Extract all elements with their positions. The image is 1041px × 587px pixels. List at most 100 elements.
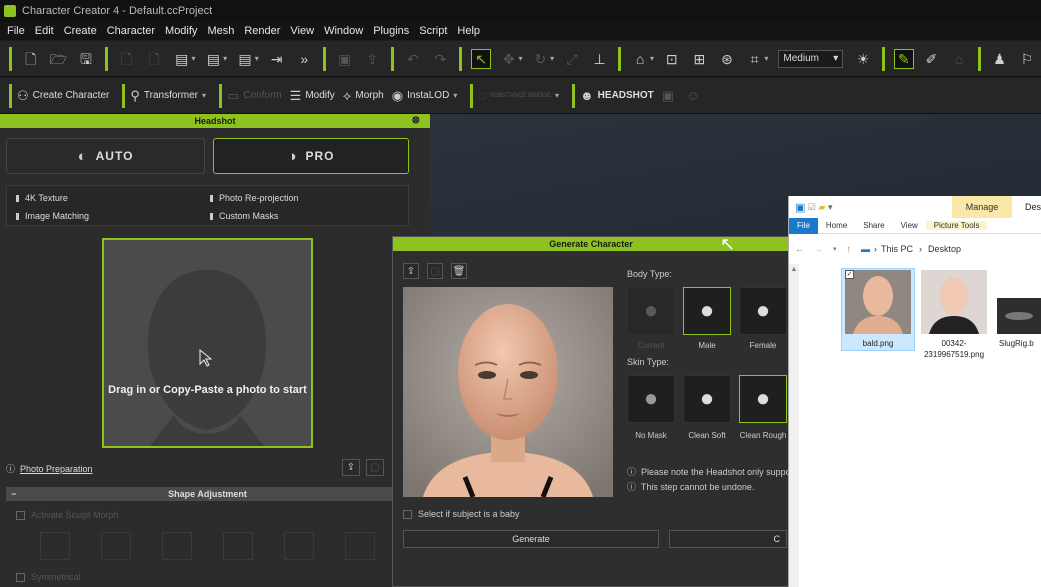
shape-adjustment-header[interactable]: − Shape Adjustment (6, 487, 409, 501)
save-icon[interactable]: 🖫 (76, 49, 96, 69)
tab-view[interactable]: View (893, 221, 926, 230)
file-thumbnail-bald[interactable] (845, 270, 911, 334)
headshot-button[interactable]: ☻ HEADSHOT (580, 88, 654, 103)
mesh-tool-icon[interactable]: ⌂ (949, 49, 969, 69)
select-tool-icon[interactable]: ↖ (471, 48, 491, 69)
upload-icon[interactable]: ⇪ (363, 49, 383, 69)
symmetrical-checkbox[interactable]: Symmetrical (16, 572, 81, 583)
menu-render[interactable]: Render (239, 25, 285, 37)
zoom-extent-icon[interactable]: ⊞ (690, 49, 710, 69)
menu-window[interactable]: Window (319, 25, 368, 37)
shape-tool-icon[interactable] (101, 532, 131, 560)
import-icon[interactable]: 🗋 (117, 49, 137, 69)
menu-edit[interactable]: Edit (30, 25, 59, 37)
breadcrumb-desktop[interactable]: Desktop (928, 244, 961, 254)
tab-picture-tools[interactable]: Picture Tools (925, 221, 988, 230)
cancel-button[interactable]: C (669, 530, 787, 548)
shape-tool-icon[interactable] (284, 532, 314, 560)
load-image-button[interactable]: ⇪ (403, 263, 419, 279)
substance-bridge-button[interactable]: ◌ SUBSTANCE BRIDGE ▾ (478, 88, 559, 103)
menu-mesh[interactable]: Mesh (202, 25, 239, 37)
tab-file[interactable]: File (789, 217, 818, 234)
more-icon[interactable]: » (294, 49, 314, 69)
back-arrow-icon[interactable]: ← (795, 244, 804, 254)
close-icon[interactable]: ⊗ (412, 114, 420, 128)
obj-export-icon[interactable]: ▤ (172, 49, 192, 69)
tab-share[interactable]: Share (855, 221, 892, 230)
export-icon[interactable]: 🗋 (144, 49, 164, 69)
delete-image-icon[interactable]: 🗑 (451, 263, 467, 279)
menu-script[interactable]: Script (414, 25, 452, 37)
baby-checkbox[interactable]: Select if subject is a baby (403, 509, 520, 520)
move-tool-icon[interactable]: ✥ (499, 49, 519, 69)
address-bar[interactable]: ← → ▾ ↑ ▬ › This PC › Desktop (789, 238, 1041, 260)
save-image-button[interactable]: ▢ (427, 263, 443, 279)
redo-icon[interactable]: ↷ (431, 49, 451, 69)
home-camera-icon[interactable]: ⌂ (630, 49, 650, 69)
skin-no-mask-option[interactable]: ● (627, 375, 675, 423)
headshot-settings-button[interactable]: ☺ (686, 88, 703, 103)
menu-plugins[interactable]: Plugins (368, 25, 414, 37)
headshot-tool-button[interactable]: ▣ (662, 88, 678, 104)
orbit-icon[interactable]: ⊛ (717, 49, 737, 69)
light-icon[interactable]: ☀ (853, 49, 873, 69)
transformer-button[interactable]: ⚲ Transformer ▾ (130, 88, 206, 104)
shape-tool-icon[interactable] (162, 532, 192, 560)
vertical-scrollbar[interactable]: ▲ (789, 264, 799, 587)
select-checkbox[interactable]: ✓ (845, 270, 854, 279)
render-quality-select[interactable]: Medium ▾ (778, 49, 844, 68)
tab-home[interactable]: Home (818, 221, 855, 230)
shape-tool-icon[interactable] (345, 532, 375, 560)
menu-view[interactable]: View (285, 25, 319, 37)
shape-tool-icon[interactable] (223, 532, 253, 560)
file-name-slugrig[interactable]: SlugRig.b (999, 338, 1041, 349)
file-thumbnail-slugrig[interactable] (997, 298, 1041, 334)
file-thumbnail-portrait[interactable] (921, 270, 987, 334)
skin-clean-soft-option[interactable]: ● (683, 375, 731, 423)
photo-preparation-link[interactable]: Photo Preparation (20, 464, 93, 474)
menu-file[interactable]: File (2, 25, 30, 37)
shape-tool-icon[interactable] (40, 532, 70, 560)
file-name-portrait[interactable]: 00342-2319967519.png (919, 338, 989, 360)
chevron-down-icon[interactable]: ▾ (833, 245, 837, 253)
create-character-button[interactable]: ⚇ Create Character (17, 88, 109, 104)
body-type-current-option[interactable]: ● (627, 287, 675, 335)
scale-tool-icon[interactable]: ⤢ (562, 49, 582, 69)
edit-pose-icon[interactable]: ✐ (922, 49, 942, 69)
file-name-bald[interactable]: bald.png (843, 338, 913, 349)
morph-button[interactable]: ⟡ Morph (343, 88, 384, 104)
flag-icon[interactable]: ⚐ (1017, 49, 1037, 69)
menu-modify[interactable]: Modify (160, 25, 202, 37)
body-type-male-option[interactable]: ● (683, 287, 731, 335)
skin-clean-rough-option[interactable]: ● (739, 375, 787, 423)
quick-access-icon[interactable]: ☑ (808, 202, 816, 213)
scroll-up-icon[interactable]: ▲ (789, 266, 799, 273)
save-photo-button[interactable]: ▢ (366, 459, 384, 476)
pro-mode-button[interactable]: ◑ PRO (213, 138, 409, 174)
breadcrumb-this-pc[interactable]: This PC (881, 244, 913, 254)
frame-icon[interactable]: ⌗ (745, 49, 765, 69)
rotate-tool-icon[interactable]: ↻ (531, 49, 551, 69)
conform-button[interactable]: ▭ Conform (227, 88, 282, 104)
menu-create[interactable]: Create (59, 25, 102, 37)
usd-export-icon[interactable]: ▤ (235, 49, 255, 69)
body-type-female-option[interactable]: ● (739, 287, 787, 335)
undo-icon[interactable]: ↶ (403, 49, 423, 69)
send-to-icon[interactable]: ⇥ (267, 49, 287, 69)
collapse-icon[interactable]: − (11, 487, 16, 501)
chevron-down-icon[interactable]: ▾ (828, 202, 833, 213)
menu-character[interactable]: Character (102, 25, 160, 37)
manage-ribbon-tab[interactable]: Manage (952, 196, 1012, 218)
up-arrow-icon[interactable]: ↑ (847, 244, 852, 254)
auto-mode-button[interactable]: ◐ AUTO (6, 138, 205, 174)
align-floor-icon[interactable]: ⊥ (590, 49, 610, 69)
load-photo-button[interactable]: ⇪ (342, 459, 360, 476)
snapshot-icon[interactable]: ▣ (335, 49, 355, 69)
new-file-icon[interactable]: 🗋 (21, 49, 41, 69)
forward-arrow-icon[interactable]: → (814, 244, 823, 254)
open-folder-icon[interactable]: 🗁 (49, 49, 69, 69)
instalod-button[interactable]: ◉ InstaLOD ▾ (392, 88, 458, 104)
character-icon[interactable]: ♟ (990, 49, 1010, 69)
modify-button[interactable]: ☰ Modify (290, 88, 335, 104)
menu-help[interactable]: Help (452, 25, 485, 37)
